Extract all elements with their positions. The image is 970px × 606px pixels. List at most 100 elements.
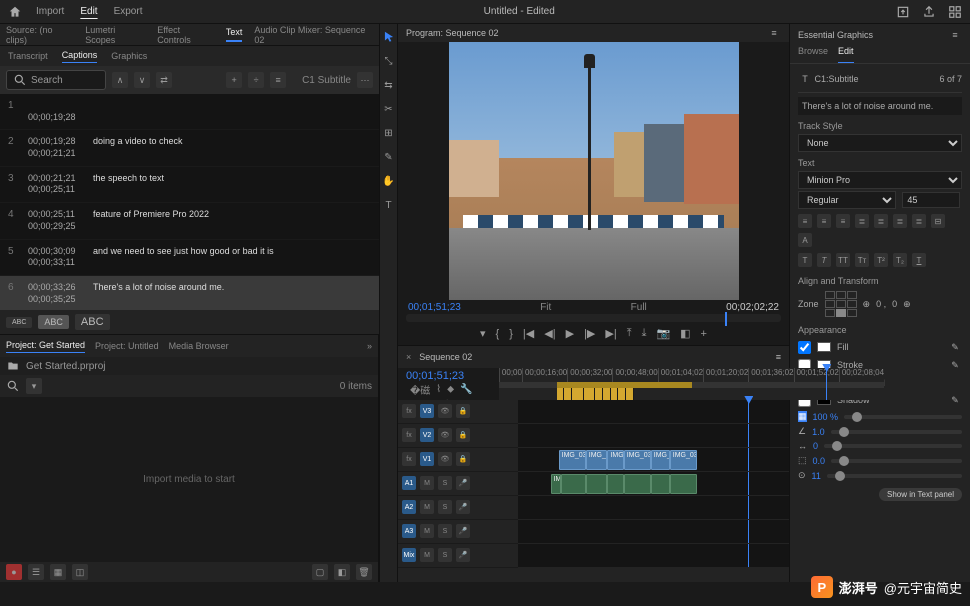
audio-clip[interactable] [607, 474, 623, 494]
blur-icon[interactable]: ⊙ [798, 470, 806, 481]
audio-lane[interactable]: IMG_0466 [518, 472, 789, 496]
angle-slider[interactable] [831, 430, 962, 434]
caption-segment[interactable] [618, 388, 626, 400]
subtitle-item[interactable]: C1:Subtitle [815, 74, 859, 84]
caption-segment[interactable] [603, 388, 611, 400]
video-clip[interactable]: IMG_0385.MO [670, 450, 697, 470]
share-icon[interactable] [922, 5, 936, 19]
tab-export[interactable]: Export [114, 6, 143, 17]
tab-project-getstarted[interactable]: Project: Get Started [6, 340, 85, 353]
replace-button[interactable]: ⇄ [156, 72, 172, 88]
split-caption-button[interactable]: ÷ [248, 72, 264, 88]
panel-menu-icon[interactable]: ≡ [948, 28, 962, 42]
tab-import[interactable]: Import [36, 6, 64, 17]
caption-row[interactable]: 400;00;25;1100;00;29;25feature of Premie… [0, 203, 379, 239]
zone-grid[interactable] [825, 291, 857, 317]
kerning-icon[interactable]: A [798, 233, 812, 247]
weight-select[interactable]: Regular [798, 191, 896, 209]
mark-out-icon[interactable]: } [509, 328, 513, 340]
audio-track-header[interactable]: A2MS🎤 [398, 496, 518, 520]
full-dropdown[interactable]: Full [631, 302, 647, 313]
mark-in-icon[interactable]: { [496, 328, 500, 340]
subtab-transcript[interactable]: Transcript [8, 51, 48, 61]
fill-swatch[interactable] [817, 342, 831, 352]
merge-caption-button[interactable]: ≡ [270, 72, 286, 88]
audio-track-header[interactable]: A3MS🎤 [398, 520, 518, 544]
hand-tool-icon[interactable]: ✋ [382, 174, 396, 188]
lift-icon[interactable]: ⤒ [627, 327, 632, 340]
snap-icon[interactable]: �磁 [410, 382, 430, 397]
prev-button[interactable]: ∧ [112, 72, 128, 88]
eyedropper-icon[interactable]: ✎ [948, 358, 962, 372]
eyedropper-icon[interactable]: ✎ [948, 340, 962, 354]
search-input[interactable]: Search [6, 70, 106, 90]
distance-icon[interactable]: ↔ [798, 441, 807, 451]
fit-dropdown[interactable]: Fit [540, 302, 551, 313]
playhead[interactable] [826, 368, 827, 400]
video-track-header[interactable]: fxV2👁🔒 [398, 424, 518, 448]
out-timecode[interactable]: 00;02;02;22 [726, 302, 779, 313]
distance-slider[interactable] [824, 444, 962, 448]
tab-audio-mixer[interactable]: Audio Clip Mixer: Sequence 02 [254, 25, 373, 45]
freeform-view-icon[interactable]: ◫ [72, 564, 88, 580]
go-in-icon[interactable]: |◀ [523, 327, 534, 340]
audio-clip[interactable] [586, 474, 608, 494]
video-clip[interactable]: IMG_0370.mov [586, 450, 608, 470]
angle-value[interactable]: 1.0 [812, 427, 825, 437]
video-lane[interactable]: IMG_0369.MOVIMG_0370.movIMG_037IMG_0380.… [518, 448, 789, 472]
new-bin-icon[interactable]: ▢ [312, 564, 328, 580]
audio-lane[interactable] [518, 496, 789, 520]
caption-row[interactable]: 100;00;19;28 [0, 94, 379, 130]
tab-lumetri[interactable]: Lumetri Scopes [85, 25, 145, 45]
workspace-icon[interactable] [948, 5, 962, 19]
video-track-header[interactable]: fxV3👁🔒 [398, 400, 518, 424]
slip-tool-icon[interactable]: ⊞ [382, 126, 396, 140]
caption-row[interactable]: 500;00;30;0900;00;33;11and we need to se… [0, 240, 379, 276]
timeline-scrollbar[interactable] [398, 568, 789, 582]
project-empty-area[interactable]: Import media to start [0, 397, 378, 562]
playhead-timecode[interactable]: 00;01;51;23 [406, 370, 491, 382]
justify-icon[interactable]: ≣ [855, 214, 869, 228]
panel-menu-icon[interactable]: » [367, 341, 372, 351]
opacity-icon[interactable]: ▦ [798, 411, 807, 422]
caption-segment[interactable] [557, 388, 565, 400]
link-icon[interactable]: ⌇ [436, 384, 441, 395]
list-view-icon[interactable]: ☰ [28, 564, 44, 580]
track-style-select[interactable]: None [798, 134, 962, 152]
show-in-text-button[interactable]: Show in Text panel [879, 488, 962, 501]
caption-row[interactable]: 200;00;19;2800;00;21;21doing a video to … [0, 130, 379, 166]
razor-tool-icon[interactable]: ✂ [382, 102, 396, 116]
tab-source[interactable]: Source: (no clips) [6, 25, 73, 45]
track-select-tool-icon[interactable]: ⤡ [382, 54, 396, 68]
search-icon[interactable] [6, 379, 20, 393]
eg-tab-browse[interactable]: Browse [798, 46, 828, 63]
marker-icon[interactable]: ⬥ [447, 384, 454, 395]
underline-icon[interactable]: T [912, 253, 926, 267]
wrench-icon[interactable]: 🔧 [460, 384, 472, 395]
size-input[interactable] [902, 192, 959, 208]
position-x-icon[interactable]: ⊕ [863, 299, 871, 310]
faux-bold-icon[interactable]: T [798, 253, 812, 267]
style-abc-small[interactable]: ABC [6, 317, 32, 328]
compare-icon[interactable]: ◧ [680, 327, 690, 340]
audio-clip[interactable]: IMG_0466 [551, 474, 562, 494]
sequence-name[interactable]: Sequence 02 [419, 352, 472, 362]
justify-all-icon[interactable]: ≣ [912, 214, 926, 228]
angle-icon[interactable]: ∠ [798, 426, 806, 437]
viewer-scrubber[interactable] [406, 314, 781, 322]
step-back-icon[interactable]: ◀| [544, 327, 555, 340]
home-icon[interactable] [8, 5, 22, 19]
next-button[interactable]: ∨ [134, 72, 150, 88]
video-clip[interactable]: IMG_0403.m [651, 450, 670, 470]
audio-lane[interactable] [518, 544, 789, 568]
align-right-icon[interactable]: ≡ [836, 214, 850, 228]
position-y-icon[interactable]: ⊕ [903, 299, 911, 310]
tab-effect-controls[interactable]: Effect Controls [157, 25, 214, 45]
video-clip[interactable]: IMG_037 [607, 450, 623, 470]
video-lane[interactable] [518, 400, 789, 424]
caption-row[interactable]: 300;00;21;2100;00;25;11the speech to tex… [0, 167, 379, 203]
style-abc-med[interactable]: ABC [38, 315, 69, 329]
panel-menu-icon[interactable]: ≡ [767, 26, 781, 40]
go-out-icon[interactable]: ▶| [605, 327, 616, 340]
size-icon[interactable]: ⬚ [798, 455, 807, 466]
